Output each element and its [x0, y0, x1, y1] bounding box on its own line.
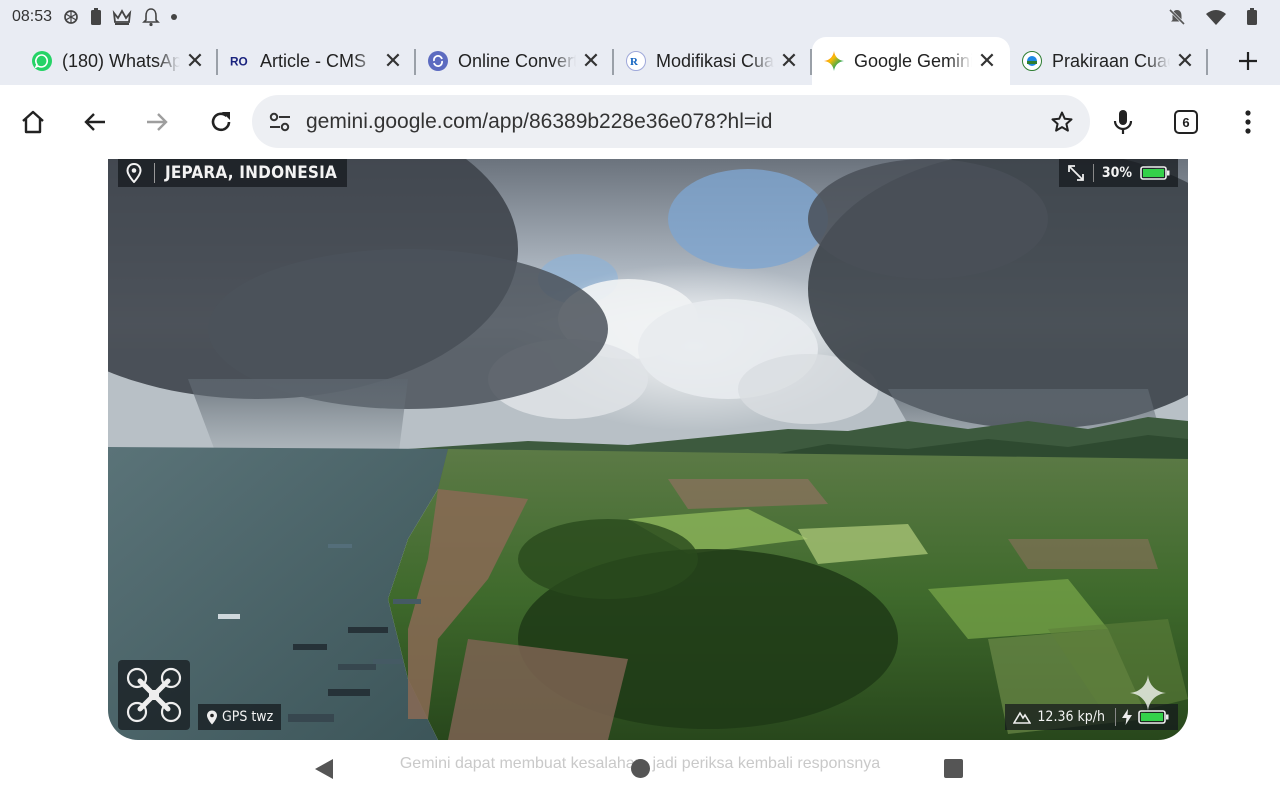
- location-pin-icon: [206, 710, 218, 725]
- page-content: Gemini dapat membuat kesalahan, jadi per…: [0, 159, 1280, 800]
- drone-mode-button[interactable]: [118, 660, 190, 730]
- tab-modifikasi-cuaca[interactable]: R Modifikasi Cuaca ✕: [614, 37, 812, 85]
- tab-separator: [1206, 49, 1208, 75]
- divider: [1092, 164, 1094, 182]
- address-bar[interactable]: gemini.google.com/app/86389b228e36e078?h…: [252, 95, 1090, 148]
- battery-icon: [1246, 7, 1258, 26]
- tab-prakiraan-cuaca[interactable]: Prakiraan Cuaca ✕: [1010, 37, 1208, 85]
- close-icon[interactable]: ✕: [976, 48, 998, 73]
- battery-icon: [1140, 165, 1170, 181]
- battery-saver-icon: [90, 7, 102, 26]
- converter-icon: [428, 51, 448, 71]
- microphone-icon: [1113, 110, 1133, 134]
- voice-search-button[interactable]: [1092, 91, 1154, 153]
- new-tab-button[interactable]: [1228, 37, 1268, 85]
- bookmark-star-icon[interactable]: [1050, 110, 1074, 134]
- menu-button[interactable]: [1217, 91, 1279, 153]
- divider: [154, 163, 155, 183]
- location-label: JEPARA, INDONESIA: [165, 163, 338, 183]
- divider: [1115, 708, 1116, 726]
- tab-title: Online Converter: [458, 50, 576, 71]
- speed-value: 12.36 kp/h: [1037, 709, 1105, 725]
- battery-percent: 30%: [1101, 165, 1132, 181]
- drone-icon: [126, 667, 182, 723]
- system-nav-bar: [0, 744, 1280, 800]
- status-badge: 30%: [1058, 159, 1178, 187]
- nav-back-button[interactable]: [314, 758, 334, 785]
- url-text[interactable]: gemini.google.com/app/86389b228e36e078?h…: [306, 110, 1050, 134]
- whatsapp-icon: [32, 51, 52, 71]
- close-icon[interactable]: ✕: [1174, 48, 1196, 73]
- browser-toolbar: gemini.google.com/app/86389b228e36e078?h…: [0, 85, 1280, 159]
- back-button[interactable]: [64, 91, 126, 153]
- wifi-icon: [1206, 9, 1226, 25]
- tab-google-gemini[interactable]: Google Gemini ✕: [812, 37, 1010, 85]
- expand-icon: [1067, 164, 1085, 182]
- bell-icon: [142, 7, 160, 27]
- cms-icon: RO: [230, 51, 250, 71]
- gps-badge: GPS twz: [198, 704, 282, 730]
- triangle-back-icon: [315, 759, 333, 779]
- tab-title: Prakiraan Cuaca: [1052, 50, 1170, 71]
- generated-image[interactable]: JEPARA, INDONESIA 30% GPS twz 12.36 kp/h: [108, 159, 1188, 740]
- arrow-right-icon: [147, 113, 168, 131]
- location-badge: JEPARA, INDONESIA: [118, 159, 348, 187]
- site-settings-icon[interactable]: [268, 111, 292, 133]
- close-icon[interactable]: ✕: [580, 48, 602, 73]
- tab-title: Article - CMS: [260, 50, 367, 71]
- notifications-off-icon: [1168, 8, 1186, 26]
- close-icon[interactable]: ✕: [778, 48, 800, 73]
- tab-article-cms[interactable]: RO Article - CMS ✕: [218, 37, 416, 85]
- openai-icon: [62, 8, 80, 26]
- tab-count: 6: [1174, 110, 1198, 134]
- forward-button[interactable]: [126, 91, 188, 153]
- crown-icon: [112, 8, 132, 26]
- tab-title: Google Gemini: [854, 50, 972, 71]
- svg-text:R: R: [630, 56, 639, 68]
- tab-switcher-button[interactable]: 6: [1155, 91, 1217, 153]
- status-time: 08:53: [12, 7, 53, 25]
- arrow-left-icon: [84, 113, 105, 131]
- gemini-sparkle-icon: [1130, 675, 1166, 716]
- close-icon[interactable]: ✕: [184, 48, 206, 73]
- tab-online-converter[interactable]: Online Converter ✕: [416, 37, 614, 85]
- gemini-icon: [824, 51, 844, 71]
- reload-button[interactable]: [190, 91, 252, 153]
- aerial-photo: [108, 159, 1188, 740]
- gps-label: GPS twz: [222, 709, 274, 725]
- tab-title: Modifikasi Cuaca: [656, 50, 774, 71]
- tab-strip: (180) WhatsApp ✕ RO Article - CMS ✕ Onli…: [0, 33, 1280, 85]
- bmkg-icon: [1022, 51, 1042, 71]
- rk-icon: R: [626, 51, 646, 71]
- nav-recents-button[interactable]: [944, 759, 963, 778]
- more-vert-icon: [1245, 110, 1251, 134]
- home-icon: [22, 110, 44, 134]
- tab-title: (180) WhatsApp: [62, 50, 180, 71]
- nav-home-button[interactable]: [631, 759, 650, 778]
- tab-whatsapp[interactable]: (180) WhatsApp ✕: [20, 37, 218, 85]
- mountain-icon: [1013, 710, 1032, 724]
- svg-text:RO: RO: [230, 55, 248, 68]
- reload-icon: [211, 112, 231, 132]
- home-button[interactable]: [2, 91, 64, 153]
- dot-icon: [170, 13, 178, 21]
- location-pin-icon: [126, 163, 142, 183]
- status-bar: 08:53: [0, 0, 1280, 33]
- close-icon[interactable]: ✕: [382, 48, 404, 73]
- plus-icon: [1239, 52, 1257, 70]
